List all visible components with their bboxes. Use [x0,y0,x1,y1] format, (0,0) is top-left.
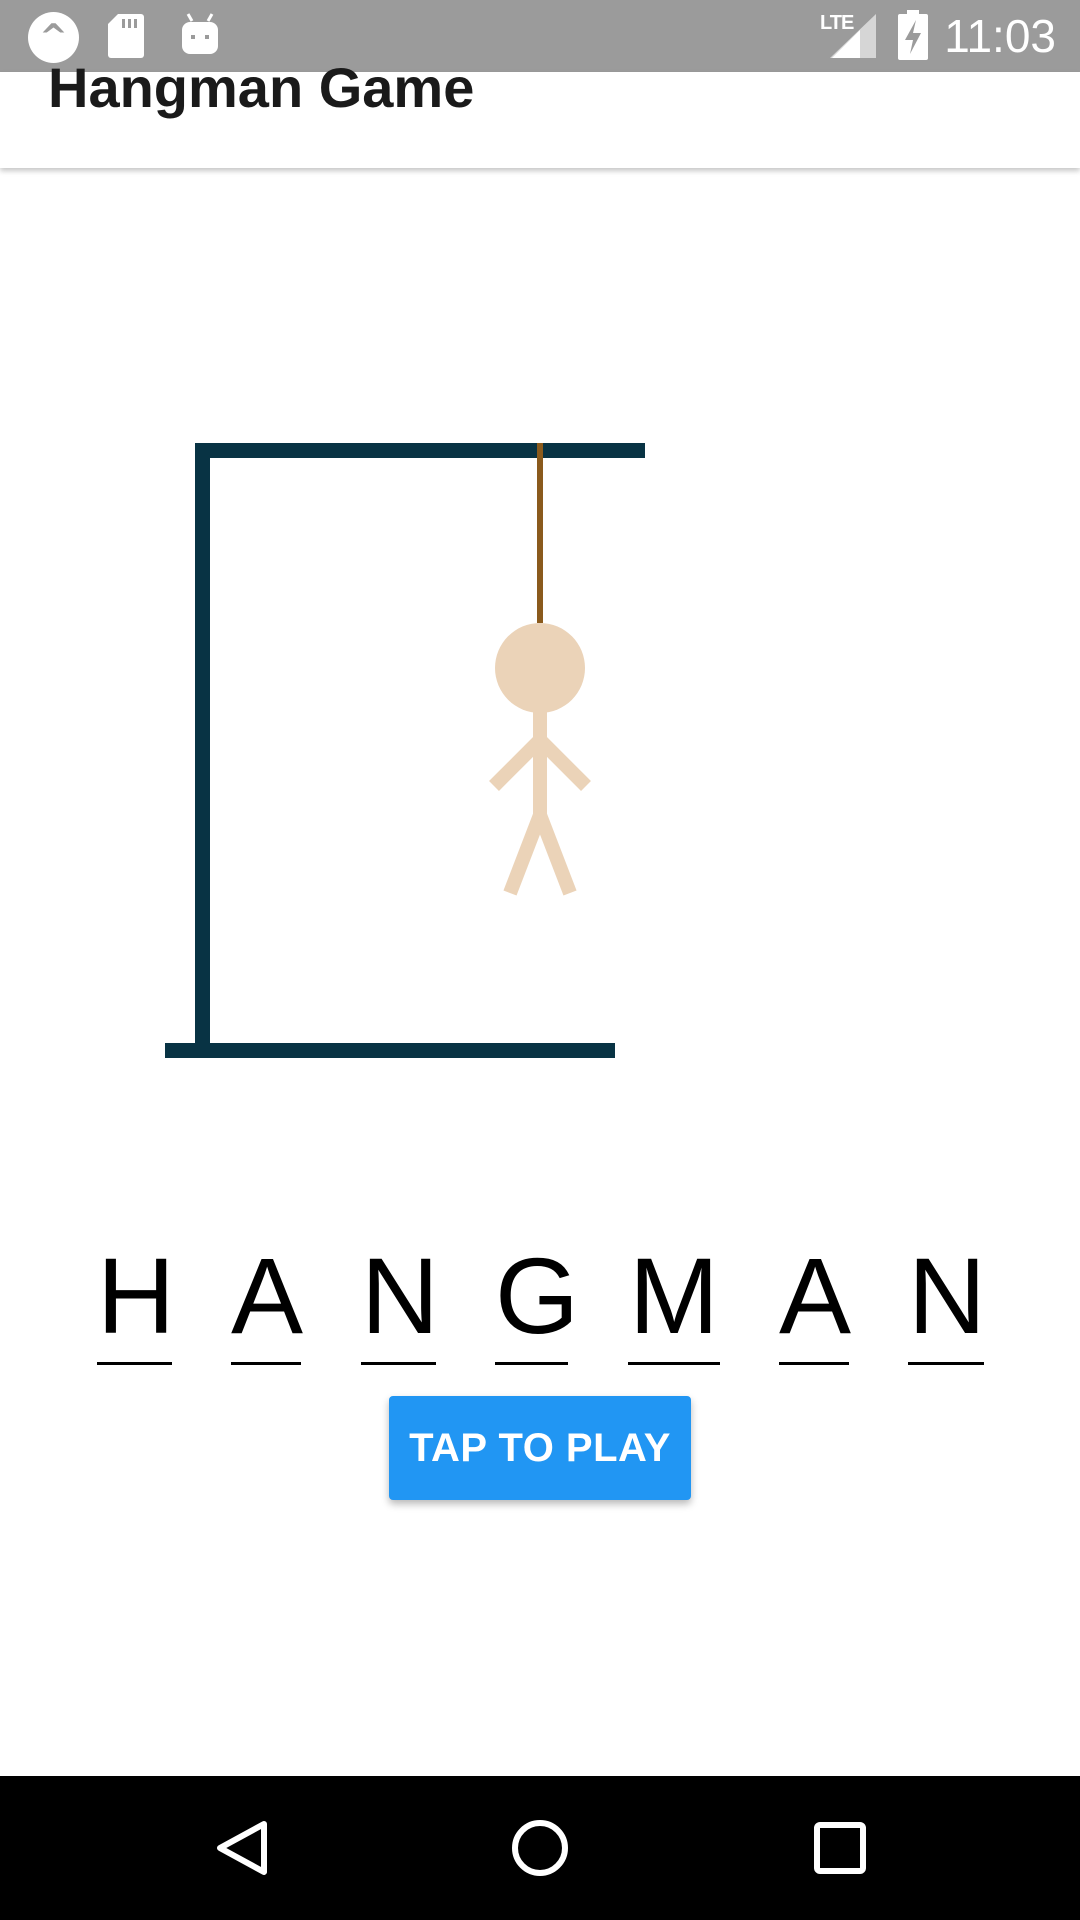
home-icon[interactable] [490,1798,590,1898]
letter: M [629,1235,719,1356]
figure-right-leg [533,812,577,896]
figure-head [495,623,585,713]
hangman-drawing [165,443,645,1058]
figure-left-leg [503,812,547,896]
letter: G [495,1235,580,1356]
app-title: Hangman Game [48,56,475,119]
letter-slot: A [231,1235,304,1370]
figure-left-arm [489,735,545,791]
status-clock: 11:03 [944,10,1056,62]
letter: N [908,1235,986,1356]
letter: N [361,1235,439,1356]
letter: A [779,1235,852,1356]
letter-underline [779,1362,849,1365]
letter-underline [908,1362,984,1365]
letter-slot: H [97,1235,175,1370]
gallows-beam [195,443,645,458]
battery-charging-icon [898,10,928,60]
lte-signal-icon [830,14,876,58]
letter-slot: M [628,1240,720,1370]
android-debug-icon [182,13,218,54]
recents-icon[interactable] [790,1798,890,1898]
letter-slot: G [495,1235,580,1370]
letter: A [231,1235,304,1356]
letter: H [97,1235,175,1356]
gallows-rope [537,443,543,623]
letter-slot: N [908,1235,986,1370]
letter-underline [628,1362,720,1365]
letter-underline [97,1362,172,1365]
figure-right-arm [535,735,591,791]
gallows-base [165,1043,615,1058]
letter-slot: N [361,1235,439,1370]
letter-slot: A [779,1235,852,1370]
navigation-bar [0,1776,1080,1920]
sd-card-icon [108,14,144,58]
letter-underline [231,1362,301,1365]
letter-underline [495,1362,568,1365]
gallows-post [195,443,210,1050]
tap-to-play-button[interactable]: TAP TO PLAY [389,1396,691,1500]
back-icon[interactable] [190,1798,290,1898]
screen: ^ LTE 11:03 Hangman Game H A N G M A N T… [0,0,1080,1920]
letter-underline [361,1362,436,1365]
